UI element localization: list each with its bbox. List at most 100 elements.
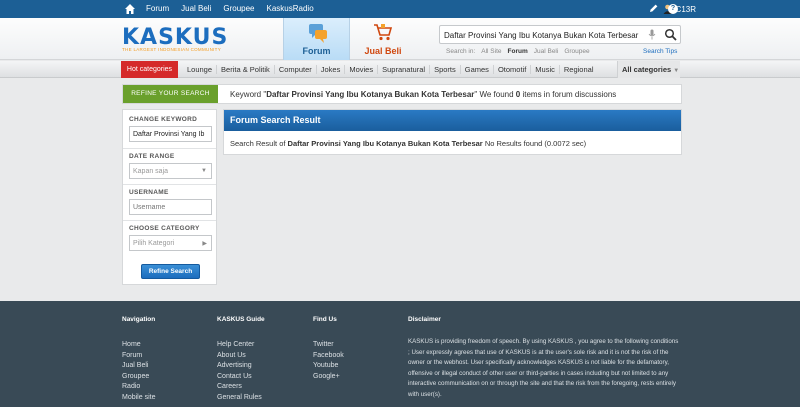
hot-categories-label: Hot categories xyxy=(121,61,178,78)
keyword-summary: Keyword "Daftar Provinsi Yang Ibu Kotany… xyxy=(230,90,616,99)
top-nav-radio[interactable]: KaskusRadio xyxy=(267,4,314,13)
result-message: Search Result of Daftar Provinsi Yang Ib… xyxy=(230,139,586,148)
logo-text: KASKUS xyxy=(122,25,229,50)
footer-link-home[interactable]: Home xyxy=(122,340,155,351)
refine-your-search-label: REFINE YOUR SEARCH xyxy=(123,85,218,103)
date-range-label: DATE RANGE xyxy=(129,153,175,160)
divider xyxy=(123,148,216,149)
top-bar: Forum Jual Beli Groupee KaskusRadio C13R… xyxy=(0,0,800,18)
top-nav-forum[interactable]: Forum xyxy=(146,4,169,13)
tab-forum[interactable]: Forum xyxy=(283,18,350,60)
category-select-value: Pilih Kategori xyxy=(133,240,175,247)
footer-link-contact[interactable]: Contact Us xyxy=(217,372,265,383)
footer-link-googleplus[interactable]: Google+ xyxy=(313,372,344,383)
forum-icon xyxy=(309,24,327,43)
logo-tagline: THE LARGEST INDONESIAN COMMUNITY xyxy=(122,47,222,52)
date-range-value: Kapan saja xyxy=(133,168,169,175)
result-suffix: No Results found (0.0072 sec) xyxy=(482,139,587,148)
keyword-value: Daftar Provinsi Yang Ibu Kotanya Bukan K… xyxy=(266,90,475,99)
search-scope: Search in: All Site Forum Jual Beli Grou… xyxy=(446,48,590,55)
top-nav: Forum Jual Beli Groupee KaskusRadio xyxy=(146,4,314,13)
username-label: C13R xyxy=(675,4,696,14)
all-categories-dropdown[interactable]: All categories ▼ xyxy=(617,61,680,78)
search-tips-link[interactable]: Search Tips xyxy=(643,48,677,55)
category-games[interactable]: Games xyxy=(461,65,494,74)
search-in-forum[interactable]: Forum xyxy=(508,48,528,55)
site-footer: Navigation Home Forum Jual Beli Groupee … xyxy=(0,301,800,407)
category-supranatural[interactable]: Supranatural xyxy=(378,65,431,74)
change-keyword-label: CHANGE KEYWORD xyxy=(129,116,198,123)
search-in-groupee[interactable]: Groupee xyxy=(564,48,589,55)
pencil-icon[interactable] xyxy=(648,3,659,14)
tab-jualbeli-label: Jual Beli xyxy=(364,46,402,56)
chevron-down-icon: ▼ xyxy=(673,68,680,74)
microphone-icon[interactable] xyxy=(648,29,656,40)
search-in-jualbeli[interactable]: Jual Beli xyxy=(534,48,559,55)
footer-findus-title: Find Us xyxy=(313,316,337,323)
category-select[interactable]: Pilih Kategori ▶ xyxy=(129,235,212,251)
category-regional[interactable]: Regional xyxy=(560,65,598,74)
keyword-suffix: items in forum discussions xyxy=(520,90,617,99)
tab-jualbeli[interactable]: Jual Beli xyxy=(351,18,415,60)
search-in-allsite[interactable]: All Site xyxy=(481,48,501,55)
category-bar: Hot categories Lounge Berita & Politik C… xyxy=(0,61,800,78)
divider xyxy=(123,184,216,185)
category-movies[interactable]: Movies xyxy=(345,65,379,74)
forum-search-result: Forum Search Result Search Result of Daf… xyxy=(223,109,682,155)
category-list: Lounge Berita & Politik Computer Jokes M… xyxy=(183,65,597,74)
keyword-prefix: Keyword " xyxy=(230,90,267,99)
refine-search-button[interactable]: Refine Search xyxy=(141,264,200,279)
tab-forum-label: Forum xyxy=(302,46,331,56)
search-box xyxy=(439,25,681,44)
chevron-right-icon: ▶ xyxy=(202,241,207,247)
footer-navigation-title: Navigation xyxy=(122,316,156,323)
footer-link-help[interactable]: Help Center xyxy=(217,340,265,351)
search-input[interactable] xyxy=(444,29,640,41)
cart-icon xyxy=(374,24,393,41)
kaskus-logo[interactable]: KASKUS THE LARGEST INDONESIAN COMMUNITY xyxy=(122,25,229,53)
home-icon[interactable] xyxy=(124,3,136,15)
keyword-field[interactable]: Daftar Provinsi Yang Ib xyxy=(129,126,212,142)
footer-disclaimer-title: Disclaimer xyxy=(408,316,441,323)
footer-link-advertising[interactable]: Advertising xyxy=(217,361,265,372)
footer-link-facebook[interactable]: Facebook xyxy=(313,351,344,362)
footer-link-mobile[interactable]: Mobile site xyxy=(122,393,155,404)
result-title: Forum Search Result xyxy=(224,110,681,131)
choose-category-label: CHOOSE CATEGORY xyxy=(129,225,200,232)
top-nav-groupee[interactable]: Groupee xyxy=(223,4,254,13)
username-input[interactable] xyxy=(129,199,212,215)
result-query: Daftar Provinsi Yang Ibu Kotanya Bukan K… xyxy=(287,139,483,148)
footer-link-about[interactable]: About Us xyxy=(217,351,265,362)
category-music[interactable]: Music xyxy=(531,65,560,74)
category-jokes[interactable]: Jokes xyxy=(317,65,346,74)
top-nav-jualbeli[interactable]: Jual Beli xyxy=(181,4,211,13)
refine-bar: REFINE YOUR SEARCH Keyword "Daftar Provi… xyxy=(122,84,682,104)
category-berita-politik[interactable]: Berita & Politik xyxy=(217,65,275,74)
all-categories-label: All categories xyxy=(622,65,672,74)
category-sports[interactable]: Sports xyxy=(430,65,461,74)
footer-link-forum[interactable]: Forum xyxy=(122,351,155,362)
site-header: KASKUS THE LARGEST INDONESIAN COMMUNITY … xyxy=(0,18,800,60)
footer-link-youtube[interactable]: Youtube xyxy=(313,361,344,372)
footer-link-rules[interactable]: General Rules xyxy=(217,393,265,404)
footer-link-jualbeli[interactable]: Jual Beli xyxy=(122,361,155,372)
chevron-down-icon: ▼ xyxy=(201,168,207,174)
disclaimer-text: KASKUS is providing freedom of speech. B… xyxy=(408,338,679,398)
keyword-mid: " We found xyxy=(474,90,516,99)
category-otomotif[interactable]: Otomotif xyxy=(494,65,532,74)
footer-findus: Find Us Twitter Facebook Youtube Google+ xyxy=(313,316,344,382)
search-in-label: Search in: xyxy=(446,48,476,55)
category-computer[interactable]: Computer xyxy=(275,65,317,74)
username-section-label: USERNAME xyxy=(129,189,169,196)
search-icon[interactable] xyxy=(664,28,677,41)
category-lounge[interactable]: Lounge xyxy=(183,65,218,74)
date-range-select[interactable]: Kapan saja ▼ xyxy=(129,163,212,179)
refine-panel: CHANGE KEYWORD Daftar Provinsi Yang Ib D… xyxy=(122,109,217,285)
footer-link-careers[interactable]: Careers xyxy=(217,382,265,393)
footer-link-groupee[interactable]: Groupee xyxy=(122,372,155,383)
result-prefix: Search Result of xyxy=(230,139,288,148)
footer-link-radio[interactable]: Radio xyxy=(122,382,155,393)
footer-link-twitter[interactable]: Twitter xyxy=(313,340,344,351)
help-icon[interactable]: ? xyxy=(668,4,678,14)
footer-guide-title: KASKUS Guide xyxy=(217,316,265,323)
